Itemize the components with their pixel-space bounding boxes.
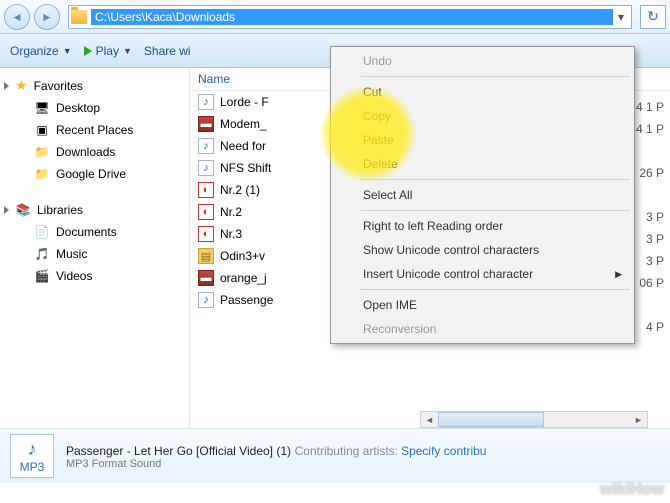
scroll-thumb[interactable] bbox=[438, 412, 544, 427]
menu-insert-ucc[interactable]: Insert Unicode control character▶ bbox=[333, 262, 632, 286]
downloads-icon: 📁 bbox=[34, 144, 50, 160]
menu-undo: Undo bbox=[333, 49, 632, 73]
horizontal-scrollbar[interactable]: ◄ ► bbox=[420, 411, 648, 428]
pdf-icon: ◐ bbox=[198, 226, 214, 242]
sidebar-item-music[interactable]: 🎵Music bbox=[0, 243, 189, 265]
refresh-button[interactable]: ↻ bbox=[640, 5, 666, 29]
submenu-arrow-icon: ▶ bbox=[615, 269, 622, 280]
details-type: MP3 Format Sound bbox=[66, 458, 486, 470]
details-meta-value[interactable]: Specify contribu bbox=[401, 444, 486, 458]
play-icon bbox=[84, 46, 92, 56]
chevron-down-icon: ▼ bbox=[123, 46, 132, 56]
menu-separator bbox=[361, 76, 630, 77]
navigation-pane: ★ Favorites 🖥Desktop ▣Recent Places 📁Dow… bbox=[0, 68, 190, 428]
details-title: Passenger - Let Her Go [Official Video] … bbox=[66, 444, 291, 458]
favorites-label: Favorites bbox=[34, 79, 83, 93]
documents-icon: 📄 bbox=[34, 224, 50, 240]
gdrive-icon: 📁 bbox=[34, 166, 50, 182]
play-button[interactable]: Play ▼ bbox=[84, 44, 132, 58]
context-menu: Undo Cut Copy Paste Delete Select All Ri… bbox=[330, 46, 635, 344]
menu-separator bbox=[361, 179, 630, 180]
menu-copy[interactable]: Copy bbox=[333, 104, 632, 128]
menu-show-ucc[interactable]: Show Unicode control characters bbox=[333, 238, 632, 262]
play-label: Play bbox=[96, 44, 119, 58]
address-bar[interactable]: C:\Users\Kaca\Downloads ▾ bbox=[68, 5, 632, 29]
sidebar-item-videos[interactable]: 🎬Videos bbox=[0, 265, 189, 287]
rar-icon: ▬ bbox=[198, 270, 214, 286]
chevron-down-icon: ▼ bbox=[63, 46, 72, 56]
menu-delete[interactable]: Delete bbox=[333, 152, 632, 176]
favorites-header[interactable]: ★ Favorites bbox=[0, 74, 189, 97]
mp3-file-icon: MP3 bbox=[10, 434, 54, 478]
pdf-icon: ◐ bbox=[198, 204, 214, 220]
libraries-label: Libraries bbox=[37, 203, 83, 217]
rar-icon: ▬ bbox=[198, 116, 214, 132]
date-column-fragment: 4 1 P 4 1 P 26 P 3 P 3 P 3 P 06 P 4 P bbox=[636, 96, 664, 338]
mp3-icon: ♪ bbox=[198, 160, 214, 176]
scroll-track[interactable] bbox=[438, 412, 630, 427]
expand-icon bbox=[4, 82, 9, 90]
details-text: Passenger - Let Her Go [Official Video] … bbox=[66, 443, 486, 470]
star-icon: ★ bbox=[15, 77, 28, 94]
share-label: Share wi bbox=[144, 44, 191, 58]
pdf-icon: ◐ bbox=[198, 182, 214, 198]
details-meta-label: Contributing artists: bbox=[295, 444, 398, 458]
music-icon: 🎵 bbox=[34, 246, 50, 262]
forward-button[interactable]: ► bbox=[34, 4, 60, 30]
expand-icon bbox=[4, 206, 9, 214]
menu-select-all[interactable]: Select All bbox=[333, 183, 632, 207]
address-path[interactable]: C:\Users\Kaca\Downloads bbox=[91, 9, 613, 25]
sidebar-item-desktop[interactable]: 🖥Desktop bbox=[0, 97, 189, 119]
organize-label: Organize bbox=[10, 44, 59, 58]
sidebar-item-downloads[interactable]: 📁Downloads bbox=[0, 141, 189, 163]
organize-button[interactable]: Organize ▼ bbox=[10, 44, 72, 58]
mp3-icon: ♪ bbox=[198, 138, 214, 154]
mp3-icon: ♪ bbox=[198, 94, 214, 110]
desktop-icon: 🖥 bbox=[34, 100, 50, 116]
navigation-bar: ◄ ► C:\Users\Kaca\Downloads ▾ ↻ bbox=[0, 0, 670, 34]
address-dropdown[interactable]: ▾ bbox=[613, 10, 629, 24]
back-button[interactable]: ◄ bbox=[4, 4, 30, 30]
zip-icon: ▤ bbox=[198, 248, 214, 264]
mp3-icon: ♪ bbox=[198, 292, 214, 308]
sidebar-item-gdrive[interactable]: 📁Google Drive bbox=[0, 163, 189, 185]
sidebar-item-recent[interactable]: ▣Recent Places bbox=[0, 119, 189, 141]
menu-separator bbox=[361, 289, 630, 290]
folder-icon bbox=[71, 10, 87, 24]
details-pane: MP3 Passenger - Let Her Go [Official Vid… bbox=[0, 428, 670, 483]
watermark: wikiHow bbox=[600, 481, 664, 499]
menu-open-ime[interactable]: Open IME bbox=[333, 293, 632, 317]
share-button[interactable]: Share wi bbox=[144, 44, 191, 58]
menu-separator bbox=[361, 210, 630, 211]
recent-icon: ▣ bbox=[34, 122, 50, 138]
menu-reconversion: Reconversion bbox=[333, 317, 632, 341]
libraries-header[interactable]: 📚 Libraries bbox=[0, 199, 189, 221]
scroll-left-icon[interactable]: ◄ bbox=[421, 412, 438, 427]
scroll-right-icon[interactable]: ► bbox=[630, 412, 647, 427]
libraries-icon: 📚 bbox=[15, 202, 31, 218]
menu-paste[interactable]: Paste bbox=[333, 128, 632, 152]
sidebar-item-documents[interactable]: 📄Documents bbox=[0, 221, 189, 243]
videos-icon: 🎬 bbox=[34, 268, 50, 284]
menu-rtl[interactable]: Right to left Reading order bbox=[333, 214, 632, 238]
menu-cut[interactable]: Cut bbox=[333, 80, 632, 104]
